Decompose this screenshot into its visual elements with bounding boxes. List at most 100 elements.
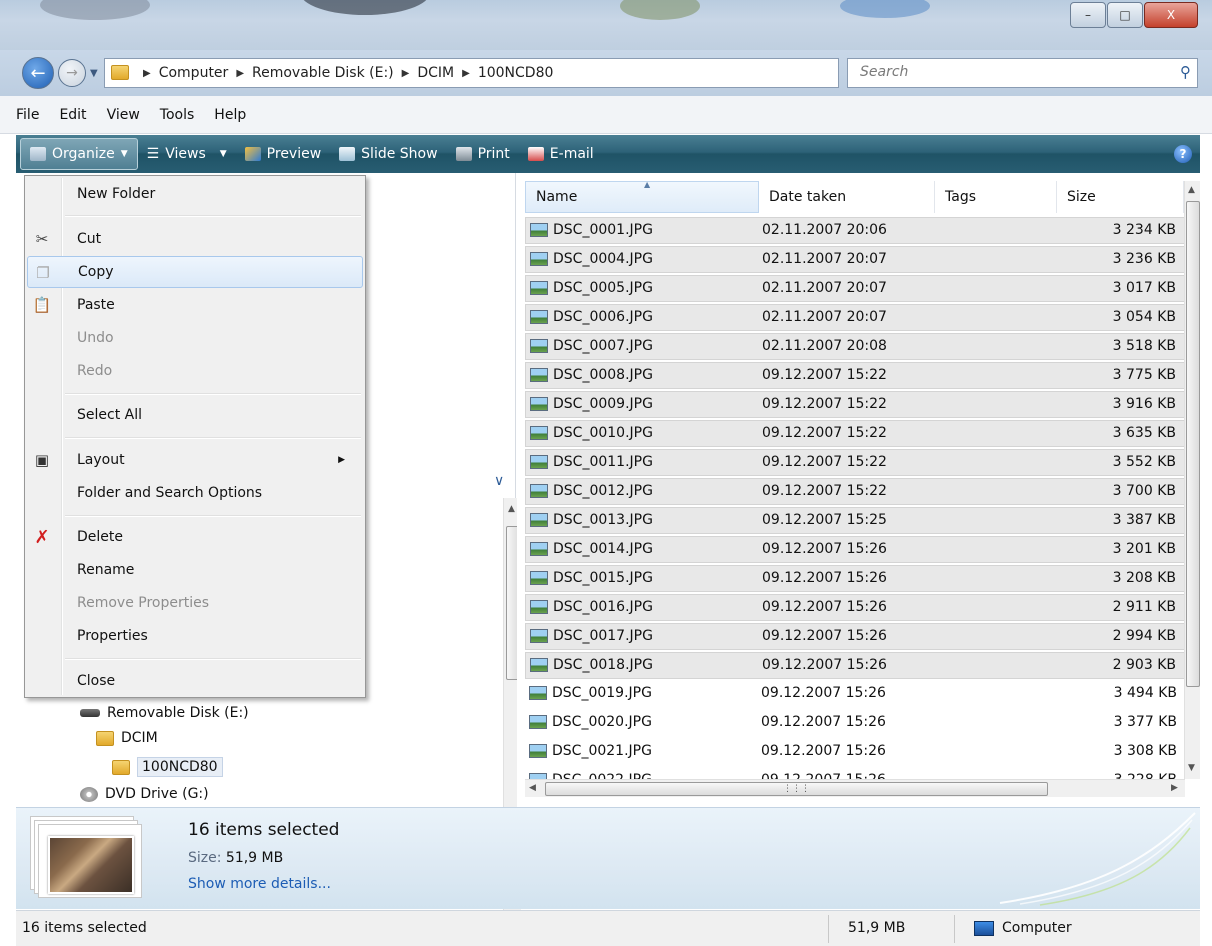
menu-item-select-all[interactable]: Select All: [27, 399, 363, 431]
search-input[interactable]: Search ⚲: [847, 58, 1198, 88]
column-header-name[interactable]: ▲ Name: [525, 180, 759, 213]
forward-button[interactable]: →: [58, 59, 86, 87]
tree-item-100ncd80[interactable]: 100NCD80: [112, 757, 223, 777]
file-row[interactable]: DSC_0005.JPG 02.11.2007 20:07 3 017 KB: [525, 275, 1185, 302]
file-row[interactable]: DSC_0018.JPG 09.12.2007 15:26 2 903 KB: [525, 652, 1185, 679]
breadcrumb-chevron-icon[interactable]: ▶: [236, 68, 244, 79]
scrollbar-thumb[interactable]: ⋮⋮⋮: [545, 782, 1048, 796]
show-more-details-link[interactable]: Show more details...: [188, 876, 331, 892]
organize-icon: [30, 147, 46, 161]
views-button[interactable]: ☰ Views ▼: [138, 138, 236, 170]
search-icon[interactable]: ⚲: [1180, 63, 1191, 81]
file-row[interactable]: DSC_0013.JPG 09.12.2007 15:25 3 387 KB: [525, 507, 1185, 534]
file-row[interactable]: DSC_0010.JPG 09.12.2007 15:22 3 635 KB: [525, 420, 1185, 447]
preview-button[interactable]: Preview: [236, 138, 331, 170]
scroll-up-icon[interactable]: ▲: [1188, 185, 1195, 195]
computer-icon: [974, 920, 994, 936]
file-name: DSC_0006.JPG: [553, 309, 653, 325]
print-button[interactable]: Print: [447, 138, 519, 170]
file-size: 3 236 KB: [1112, 251, 1176, 267]
email-button[interactable]: E-mail: [519, 138, 603, 170]
menu-item-label: Cut: [77, 231, 102, 247]
file-row[interactable]: DSC_0019.JPG 09.12.2007 15:26 3 494 KB: [525, 681, 1185, 708]
file-name: DSC_0015.JPG: [553, 570, 653, 586]
column-header-date-taken[interactable]: Date taken: [759, 181, 935, 213]
menu-item-remove-properties[interactable]: Remove Properties: [27, 587, 363, 619]
file-row[interactable]: DSC_0020.JPG 09.12.2007 15:26 3 377 KB: [525, 710, 1185, 737]
file-list-horizontal-scrollbar[interactable]: ◀ ⋮⋮⋮ ▶: [525, 779, 1185, 797]
menu-item-cut[interactable]: ✂ Cut: [27, 223, 363, 255]
menu-item-folder-options[interactable]: Folder and Search Options: [27, 477, 363, 509]
breadcrumb-computer[interactable]: Computer: [159, 65, 229, 81]
scroll-up-icon[interactable]: ▲: [508, 504, 515, 514]
slideshow-button[interactable]: Slide Show: [330, 138, 446, 170]
file-row[interactable]: DSC_0007.JPG 02.11.2007 20:08 3 518 KB: [525, 333, 1185, 360]
chevron-down-icon[interactable]: ∨: [494, 473, 504, 489]
file-size: 3 494 KB: [1113, 685, 1177, 701]
address-bar[interactable]: ▶ Computer ▶ Removable Disk (E:) ▶ DCIM …: [104, 58, 930, 88]
menu-file[interactable]: File: [6, 107, 49, 123]
scroll-down-icon[interactable]: ▼: [1188, 763, 1195, 773]
tree-item-dvd-drive[interactable]: DVD Drive (G:): [80, 786, 209, 802]
menu-item-label: Remove Properties: [77, 595, 210, 611]
recent-pages-dropdown[interactable]: ▼: [90, 68, 98, 79]
file-name-cell: DSC_0009.JPG: [530, 396, 653, 412]
menu-edit[interactable]: Edit: [49, 107, 96, 123]
menu-item-layout[interactable]: ▣ Layout ▶: [27, 444, 363, 476]
menu-item-delete[interactable]: ✗ Delete: [27, 521, 363, 553]
file-row[interactable]: DSC_0021.JPG 09.12.2007 15:26 3 308 KB: [525, 739, 1185, 766]
copy-icon: ❐: [36, 264, 50, 282]
column-header-tags[interactable]: Tags: [935, 181, 1057, 213]
file-size: 3 635 KB: [1112, 425, 1176, 441]
maximize-button[interactable]: □: [1107, 2, 1143, 28]
minimize-button[interactable]: –: [1070, 2, 1106, 28]
breadcrumb-chevron-icon[interactable]: ▶: [143, 68, 151, 79]
breadcrumb-dcim[interactable]: DCIM: [417, 65, 454, 81]
file-row[interactable]: DSC_0004.JPG 02.11.2007 20:07 3 236 KB: [525, 246, 1185, 273]
back-button[interactable]: ←: [22, 57, 54, 89]
menu-item-paste[interactable]: 📋 Paste: [27, 289, 363, 321]
breadcrumb-chevron-icon[interactable]: ▶: [462, 68, 470, 79]
file-row[interactable]: DSC_0016.JPG 09.12.2007 15:26 2 911 KB: [525, 594, 1185, 621]
file-size: 3 377 KB: [1113, 714, 1177, 730]
breadcrumb-chevron-icon[interactable]: ▶: [402, 68, 410, 79]
file-row[interactable]: DSC_0011.JPG 09.12.2007 15:22 3 552 KB: [525, 449, 1185, 476]
file-row[interactable]: DSC_0009.JPG 09.12.2007 15:22 3 916 KB: [525, 391, 1185, 418]
scrollbar-thumb[interactable]: [1186, 201, 1200, 687]
tree-item-dcim[interactable]: DCIM: [96, 730, 158, 746]
file-row[interactable]: DSC_0006.JPG 02.11.2007 20:07 3 054 KB: [525, 304, 1185, 331]
column-header-label: Tags: [945, 189, 976, 205]
file-row[interactable]: DSC_0008.JPG 09.12.2007 15:22 3 775 KB: [525, 362, 1185, 389]
help-icon[interactable]: ?: [1174, 145, 1192, 163]
tree-item-removable-disk[interactable]: Removable Disk (E:): [80, 705, 249, 721]
file-name: DSC_0008.JPG: [553, 367, 653, 383]
menu-item-copy[interactable]: ❐ Copy: [27, 256, 363, 288]
menu-item-undo[interactable]: Undo: [27, 322, 363, 354]
column-header-size[interactable]: Size: [1057, 181, 1184, 213]
column-header-label: Date taken: [769, 189, 847, 205]
close-button[interactable]: X: [1144, 2, 1198, 28]
organize-button[interactable]: Organize ▼: [20, 138, 138, 170]
file-list-vertical-scrollbar[interactable]: ▲ ▼: [1184, 181, 1200, 779]
breadcrumb-removable-disk[interactable]: Removable Disk (E:): [252, 65, 394, 81]
file-row[interactable]: DSC_0012.JPG 09.12.2007 15:22 3 700 KB: [525, 478, 1185, 505]
menu-item-rename[interactable]: Rename: [27, 554, 363, 586]
menu-item-close[interactable]: Close: [27, 665, 363, 697]
file-date-taken: 09.12.2007 15:22: [762, 367, 887, 383]
menu-help[interactable]: Help: [204, 107, 256, 123]
file-row[interactable]: DSC_0001.JPG 02.11.2007 20:06 3 234 KB: [525, 217, 1185, 244]
file-row[interactable]: DSC_0017.JPG 09.12.2007 15:26 2 994 KB: [525, 623, 1185, 650]
file-row[interactable]: DSC_0015.JPG 09.12.2007 15:26 3 208 KB: [525, 565, 1185, 592]
scroll-right-icon[interactable]: ▶: [1171, 783, 1178, 793]
submenu-arrow-icon: ▶: [338, 455, 345, 465]
file-date-taken: 09.12.2007 15:26: [762, 599, 887, 615]
menu-item-properties[interactable]: Properties: [27, 620, 363, 652]
breadcrumb-100ncd80[interactable]: 100NCD80: [478, 65, 554, 81]
file-row[interactable]: DSC_0014.JPG 09.12.2007 15:26 3 201 KB: [525, 536, 1185, 563]
menu-item-redo[interactable]: Redo: [27, 355, 363, 387]
scroll-left-icon[interactable]: ◀: [529, 783, 536, 793]
menu-item-new-folder[interactable]: New Folder: [27, 178, 363, 210]
file-name-cell: DSC_0011.JPG: [530, 454, 653, 470]
menu-tools[interactable]: Tools: [150, 107, 205, 123]
menu-view[interactable]: View: [97, 107, 150, 123]
